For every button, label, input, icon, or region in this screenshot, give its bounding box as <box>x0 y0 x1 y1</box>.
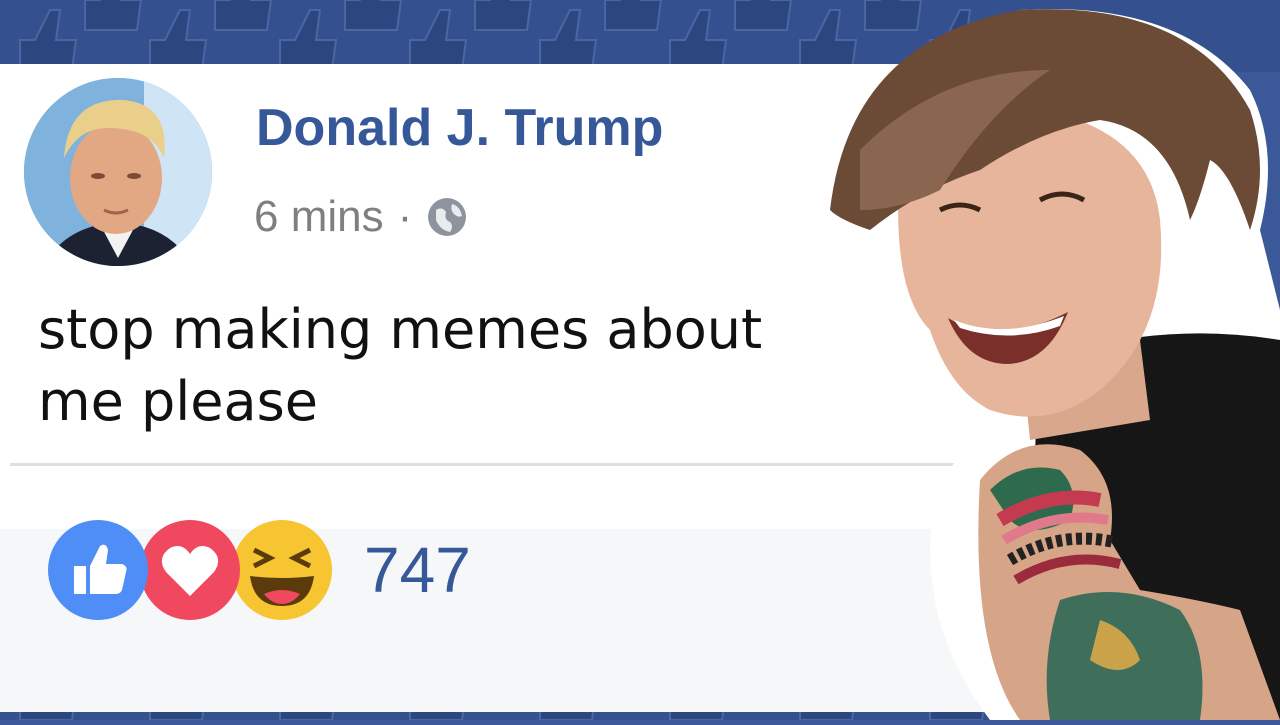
haha-icon <box>232 520 332 620</box>
post-timestamp[interactable]: 6 mins <box>254 192 384 242</box>
reaction-summary[interactable]: 747 <box>48 520 471 620</box>
love-icon <box>140 520 240 620</box>
reaction-count[interactable]: 747 <box>364 533 471 607</box>
post-text: stop making memes about me please <box>38 294 858 438</box>
person-photo <box>820 0 1280 720</box>
like-icon <box>48 520 148 620</box>
post-meta: 6 mins · <box>254 192 468 242</box>
post-text-line-1: stop making memes about <box>38 298 763 361</box>
avatar[interactable] <box>24 78 212 266</box>
globe-icon[interactable] <box>426 196 468 238</box>
meta-separator: · <box>397 192 413 241</box>
profile-photo <box>24 78 212 266</box>
post-text-line-2: me please <box>38 370 318 433</box>
author-name[interactable]: Donald J. Trump <box>256 98 663 158</box>
